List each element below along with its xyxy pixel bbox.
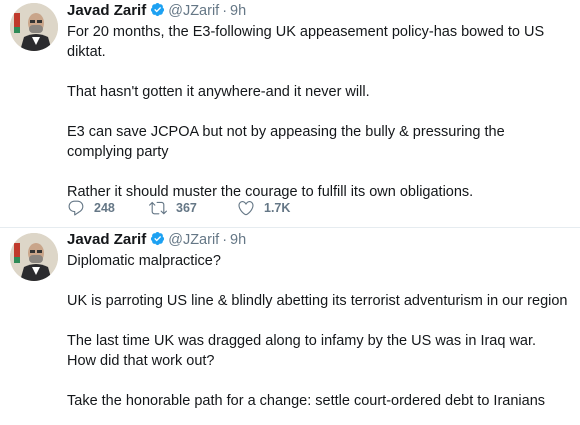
reply-count: 248 — [94, 201, 115, 215]
author-handle[interactable]: @JZarif — [168, 3, 219, 19]
author-handle[interactable]: @JZarif — [168, 232, 219, 248]
tweet-timestamp[interactable]: 9h — [230, 3, 246, 19]
author-name[interactable]: Javad Zarif — [67, 2, 146, 19]
retweet-count: 367 — [176, 201, 197, 215]
tweet[interactable]: Javad Zarif @JZarif · 9h For 20 months, the… — [0, 0, 580, 228]
tweet-header: Javad Zarif @JZarif · 9h — [67, 230, 568, 250]
retweet-button[interactable]: 367 — [149, 199, 237, 217]
tweet-timestamp[interactable]: 9h — [230, 232, 246, 248]
like-button[interactable]: 1.7K — [237, 199, 290, 217]
tweet-paragraph: For 20 months, the E3-following UK appea… — [67, 24, 545, 60]
tweet-paragraph: UK is parroting US line & blindly abetti… — [67, 293, 568, 309]
separator-dot: · — [222, 232, 228, 248]
verified-badge-icon — [150, 2, 165, 17]
tweet-text: For 20 months, the E3-following UK appea… — [67, 22, 568, 202]
like-icon — [237, 199, 255, 217]
tweet-paragraph: Diplomatic malpractice? — [67, 253, 221, 269]
reply-button[interactable]: 248 — [67, 199, 149, 217]
avatar[interactable] — [10, 3, 58, 51]
author-name[interactable]: Javad Zarif — [67, 231, 146, 248]
avatar[interactable] — [10, 233, 58, 281]
separator-dot: · — [222, 3, 228, 19]
tweet-paragraph: Take the honorable path for a change: se… — [67, 393, 546, 409]
tweet-text: Diplomatic malpractice? UK is parroting … — [67, 251, 568, 411]
tweet-actions: 248 367 1.7K — [67, 198, 290, 218]
retweet-icon — [149, 199, 167, 217]
tweet-paragraph: That hasn't gotten it anywhere-and it ne… — [67, 84, 370, 100]
tweet-header: Javad Zarif @JZarif · 9h — [67, 1, 568, 21]
tweet-paragraph: The last time UK was dragged along to in… — [67, 333, 537, 369]
tweet-paragraph: E3 can save JCPOA but not by appeasing t… — [67, 124, 505, 160]
verified-badge-icon — [150, 231, 165, 246]
tweet[interactable]: Javad Zarif @JZarif · 9h Diplomatic malprac… — [0, 228, 580, 425]
like-count: 1.7K — [264, 201, 291, 215]
reply-icon — [67, 199, 85, 217]
